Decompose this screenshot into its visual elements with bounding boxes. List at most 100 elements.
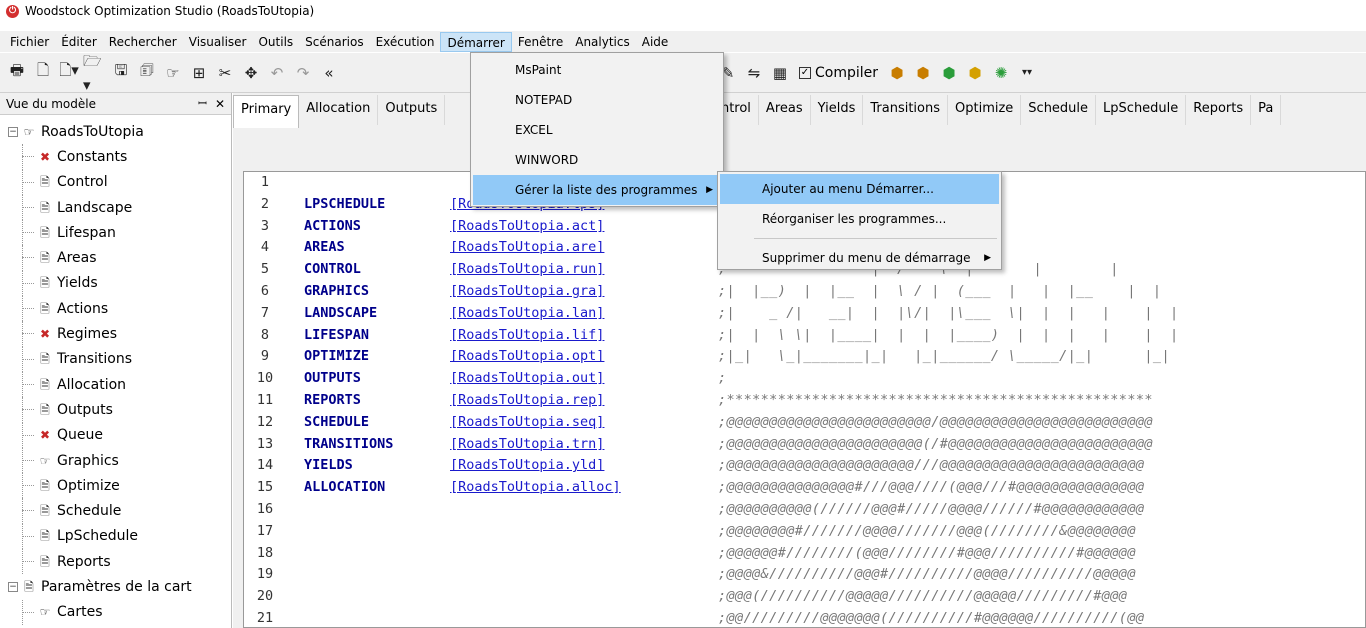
tab-lpschedule[interactable]: LpSchedule xyxy=(1096,95,1187,125)
menu-item-excel[interactable]: EXCEL xyxy=(473,115,721,145)
save-icon[interactable]: 🖫 xyxy=(109,61,133,85)
collapse-icon[interactable]: − xyxy=(8,581,18,592)
menu-execution[interactable]: Exécution xyxy=(370,32,441,52)
file-reference[interactable]: [RoadsToUtopia.lan] xyxy=(450,303,604,325)
new-file-icon[interactable]: 🗋 xyxy=(31,61,55,85)
tree-item-yields[interactable]: 🗎 Yields xyxy=(0,270,231,297)
document-icon: 🗎 xyxy=(40,478,50,493)
tab-yields[interactable]: Yields xyxy=(810,95,864,125)
file-reference[interactable]: [RoadsToUtopia.act] xyxy=(450,216,604,238)
new-dropdown-icon[interactable]: 🗋▾ xyxy=(57,61,81,85)
pointer-icon[interactable]: ☞ xyxy=(161,61,185,85)
collapse-icon[interactable]: − xyxy=(8,126,18,137)
expand-collapse-icon[interactable]: ⊞ xyxy=(187,61,211,85)
file-reference[interactable]: [RoadsToUtopia.are] xyxy=(450,237,604,259)
tree-item-landscape[interactable]: 🗎 Landscape xyxy=(0,194,231,221)
line-number: 12 xyxy=(256,413,274,430)
package-alert-icon[interactable]: ⬢ xyxy=(963,61,987,85)
file-reference[interactable]: [RoadsToUtopia.lif] xyxy=(450,325,604,347)
line-number: 20 xyxy=(256,588,274,605)
menu-item-reorganize[interactable]: Réorganiser les programmes... xyxy=(720,204,999,234)
menu-item-mspaint[interactable]: MsPaint xyxy=(473,55,721,85)
menu-item-notepad[interactable]: NOTEPAD xyxy=(473,85,721,115)
menu-editer[interactable]: Éditer xyxy=(55,32,103,52)
menu-scenarios[interactable]: Scénarios xyxy=(299,32,369,52)
menu-visualiser[interactable]: Visualiser xyxy=(183,32,253,52)
tab-areas[interactable]: Areas xyxy=(758,95,811,125)
comment-text: ;| | \ \| |____| | | |____) | | | | | | xyxy=(718,326,1179,343)
package-add-icon[interactable]: ⬢ xyxy=(911,61,935,85)
tree-root[interactable]: − ☞ RoadsToUtopia xyxy=(0,119,231,144)
compile-toggle[interactable]: ✓ Compiler xyxy=(799,65,878,81)
tree-item-queue[interactable]: ✖ Queue xyxy=(0,422,231,449)
line-number: 1 xyxy=(260,174,270,190)
menu-aide[interactable]: Aide xyxy=(636,32,675,52)
tab-outputs[interactable]: Outputs xyxy=(378,95,446,125)
file-reference[interactable]: [RoadsToUtopia.seq] xyxy=(450,412,604,434)
tab-transitions[interactable]: Transitions xyxy=(863,95,948,125)
close-icon[interactable]: ✕ xyxy=(215,97,225,111)
dropdown-icon[interactable]: ▾▾ xyxy=(1015,61,1039,85)
file-reference[interactable]: [RoadsToUtopia.trn] xyxy=(450,434,604,456)
menu-analytics[interactable]: Analytics xyxy=(569,32,636,52)
tree-item-lpschedule[interactable]: 🗎 LpSchedule xyxy=(0,523,231,550)
save-all-icon[interactable]: 🗊 xyxy=(135,61,159,85)
package-link-icon[interactable]: ⬢ xyxy=(937,61,961,85)
tree-item-transitions[interactable]: 🗎 Transitions xyxy=(0,346,231,373)
tree-item-label: Lifespan xyxy=(57,224,116,241)
print-icon[interactable]: 🖶 xyxy=(5,61,29,85)
tab-reports[interactable]: Reports xyxy=(1186,95,1252,125)
tab-pa[interactable]: Pa xyxy=(1251,95,1282,125)
tab-optimize[interactable]: Optimize xyxy=(948,95,1022,125)
package-icon[interactable]: ⬢ xyxy=(885,61,909,85)
compile-checkbox-icon[interactable]: ✓ xyxy=(799,66,811,79)
tree-item-reports[interactable]: 🗎 Reports xyxy=(0,549,231,575)
tree-item-constants[interactable]: ✖ Constants xyxy=(0,144,231,170)
document-icon: 🗎 xyxy=(40,402,50,417)
menu-fenetre[interactable]: Fenêtre xyxy=(512,32,569,52)
redo-icon[interactable]: ↷ xyxy=(291,61,315,85)
menu-item-add-to-start[interactable]: Ajouter au menu Démarrer... xyxy=(720,174,999,204)
tree-item-regimes[interactable]: ✖ Regimes xyxy=(0,321,231,347)
tab-primary[interactable]: Primary xyxy=(233,95,300,128)
tree-item-actions[interactable]: 🗎 Actions xyxy=(0,296,231,322)
settings-icon[interactable]: ✺ xyxy=(989,61,1013,85)
tree-item-graphics[interactable]: ☞ Graphics xyxy=(0,447,231,474)
link-icon[interactable]: ⇋ xyxy=(742,61,766,85)
tree-item-lifespan[interactable]: 🗎 Lifespan xyxy=(0,220,231,246)
tree-item-control[interactable]: 🗎 Control xyxy=(0,169,231,196)
menu-item-manage-programs[interactable]: Gérer la liste des programmes ▶ xyxy=(473,175,721,205)
file-reference[interactable]: [RoadsToUtopia.out] xyxy=(450,368,604,390)
file-reference[interactable]: [RoadsToUtopia.run] xyxy=(450,259,604,281)
tab-schedule[interactable]: Schedule xyxy=(1021,95,1097,125)
section-keyword: YIELDS xyxy=(304,457,353,474)
file-reference[interactable]: [RoadsToUtopia.opt] xyxy=(450,346,604,368)
menu-outils[interactable]: Outils xyxy=(252,32,299,52)
tree-map-params-label: Paramètres de la cart xyxy=(41,578,192,595)
file-reference[interactable]: [RoadsToUtopia.gra] xyxy=(450,281,604,303)
undo-icon[interactable]: ↶ xyxy=(265,61,289,85)
menu-item-winword[interactable]: WINWORD xyxy=(473,145,721,175)
back-icon[interactable]: « xyxy=(317,61,341,85)
file-reference[interactable]: [RoadsToUtopia.yld] xyxy=(450,455,604,477)
menu-fichier[interactable]: Fichier xyxy=(4,32,55,52)
menu-item-label: Gérer la liste des programmes xyxy=(515,183,698,197)
tree-item-areas[interactable]: 🗎 Areas xyxy=(0,245,231,272)
move-icon[interactable]: ✥ xyxy=(239,61,263,85)
open-dropdown-icon[interactable]: 🗁▾ xyxy=(83,52,107,94)
menu-item-remove-from-start[interactable]: Supprimer du menu de démarrage ▶ xyxy=(720,243,999,273)
cut-icon[interactable]: ✂ xyxy=(213,61,237,85)
tree-item-allocation[interactable]: 🗎 Allocation xyxy=(0,371,231,398)
tree-item-outputs[interactable]: 🗎 Outputs xyxy=(0,397,231,423)
tree-item-optimize[interactable]: 🗎 Optimize xyxy=(0,473,231,499)
menu-rechercher[interactable]: Rechercher xyxy=(103,32,183,52)
tab-allocation[interactable]: Allocation xyxy=(299,95,379,125)
tree-item-schedule[interactable]: 🗎 Schedule xyxy=(0,498,231,525)
tree-item-cartes[interactable]: ☞ Cartes xyxy=(0,599,231,626)
file-reference[interactable]: [RoadsToUtopia.alloc] xyxy=(450,477,621,499)
pin-icon[interactable]: ꟷ xyxy=(198,96,207,111)
file-reference[interactable]: [RoadsToUtopia.rep] xyxy=(450,390,604,412)
table-icon[interactable]: ▦ xyxy=(768,61,792,85)
menu-demarrer[interactable]: Démarrer xyxy=(440,31,512,52)
tree-map-params[interactable]: − 🗎 Paramètres de la cart xyxy=(0,574,231,599)
